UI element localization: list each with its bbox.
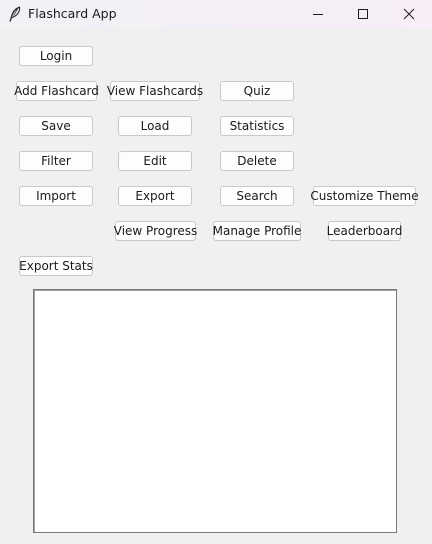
quiz-button[interactable]: Quiz — [220, 81, 294, 101]
close-button[interactable] — [386, 0, 432, 28]
maximize-icon — [358, 9, 368, 19]
close-icon — [403, 8, 415, 20]
view-progress-button[interactable]: View Progress — [114, 221, 197, 241]
leaderboard-button[interactable]: Leaderboard — [327, 221, 402, 241]
title-bar[interactable]: Flashcard App — [0, 0, 432, 28]
add-flashcard-button[interactable]: Add Flashcard — [14, 81, 99, 101]
import-button[interactable]: Import — [19, 186, 93, 206]
customize-theme-button[interactable]: Customize Theme — [310, 186, 419, 206]
delete-button[interactable]: Delete — [220, 151, 294, 171]
minimize-button[interactable] — [295, 0, 341, 28]
manage-profile-button[interactable]: Manage Profile — [213, 221, 301, 241]
edit-button[interactable]: Edit — [118, 151, 192, 171]
window-title: Flashcard App — [28, 6, 117, 21]
output-text-area[interactable] — [33, 289, 397, 533]
login-button[interactable]: Login — [19, 46, 93, 66]
maximize-button[interactable] — [340, 0, 386, 28]
feather-icon — [8, 6, 22, 22]
save-button[interactable]: Save — [19, 116, 93, 136]
search-button[interactable]: Search — [220, 186, 294, 206]
export-button[interactable]: Export — [118, 186, 192, 206]
filter-button[interactable]: Filter — [19, 151, 93, 171]
load-button[interactable]: Load — [118, 116, 192, 136]
export-stats-button[interactable]: Export Stats — [19, 256, 93, 276]
minimize-icon — [313, 14, 323, 15]
view-flashcards-button[interactable]: View Flashcards — [107, 81, 203, 101]
statistics-button[interactable]: Statistics — [220, 116, 294, 136]
